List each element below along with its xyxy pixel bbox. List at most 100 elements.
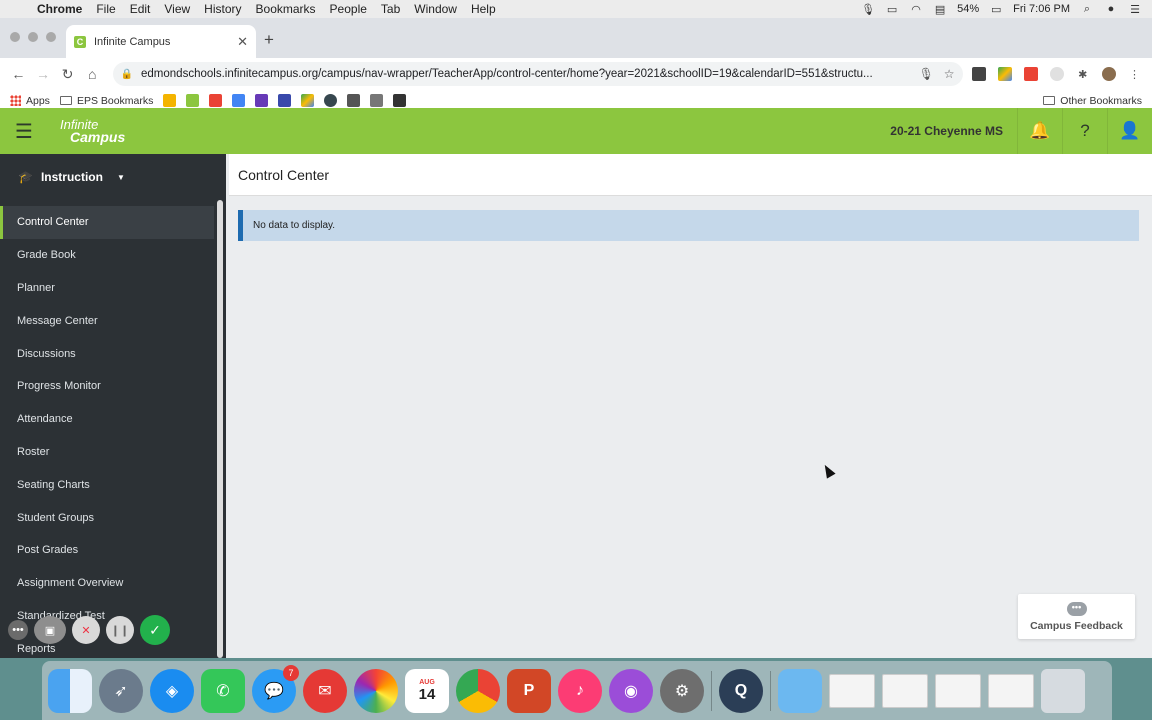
window-thumbnail-2[interactable] — [882, 673, 928, 708]
sidebar-item-student-groups[interactable]: Student Groups — [0, 501, 214, 534]
minimize-window-button[interactable] — [28, 32, 38, 42]
chrome-icon[interactable] — [456, 668, 500, 713]
forward-icon[interactable]: → — [33, 66, 54, 82]
menu-file[interactable]: File — [89, 2, 122, 16]
podcasts-icon[interactable]: ◉ — [609, 668, 653, 713]
window-thumbnail-1[interactable] — [829, 673, 875, 708]
airplay-icon[interactable]: ▭ — [885, 3, 899, 16]
facetime-icon[interactable]: ✆ — [201, 668, 245, 713]
window-thumbnail-3[interactable] — [935, 673, 981, 708]
finder-icon[interactable] — [48, 668, 92, 713]
bookmark-gmail-icon[interactable] — [209, 94, 223, 107]
close-tab-icon[interactable]: ✕ — [237, 34, 248, 50]
campus-feedback-button[interactable]: ••• Campus Feedback — [1018, 594, 1135, 639]
sidebar-item-grade-book[interactable]: Grade Book — [0, 239, 214, 272]
bookmark-slides-icon[interactable] — [163, 94, 177, 107]
notification-center-icon[interactable]: ☰ — [1128, 3, 1142, 16]
sidebar-item-discussions[interactable]: Discussions — [0, 337, 214, 370]
microphone-icon[interactable]: 🎙 — [861, 3, 875, 16]
zoom-window-button[interactable] — [46, 32, 56, 42]
profile-avatar-icon[interactable] — [1099, 65, 1118, 83]
messages-icon[interactable]: 💬 7 — [252, 664, 299, 713]
wifi-icon[interactable]: ◠ — [909, 3, 923, 16]
new-tab-icon[interactable]: + — [264, 30, 274, 50]
school-selector[interactable]: 20-21 Cheyenne MS — [890, 124, 1017, 138]
menu-view[interactable]: View — [157, 2, 197, 16]
menu-window[interactable]: Window — [407, 2, 464, 16]
bookmark-tools-icon[interactable] — [347, 94, 361, 107]
photos-icon[interactable] — [354, 668, 398, 713]
browser-tab[interactable]: C Infinite Campus ✕ — [66, 25, 256, 58]
finish-recording-icon[interactable]: ✓ — [140, 615, 170, 645]
siri-icon[interactable]: ● — [1104, 3, 1118, 15]
bookmark-drive-icon[interactable] — [301, 94, 315, 107]
mail-icon[interactable]: ✉ — [303, 668, 347, 713]
bookmark-star-icon[interactable]: ☆ — [944, 67, 955, 81]
address-bar[interactable]: 🔒 edmondschools.infinitecampus.org/campu… — [112, 62, 963, 86]
downloads-folder-icon[interactable] — [778, 668, 822, 713]
menu-bookmarks[interactable]: Bookmarks — [249, 2, 323, 16]
hamburger-menu-icon[interactable]: ☰ — [0, 119, 48, 144]
flag-icon[interactable]: ▤ — [933, 3, 947, 16]
sidebar-item-control-center[interactable]: Control Center — [0, 206, 214, 239]
camera-toggle-icon[interactable]: ▣ — [34, 616, 66, 644]
notifications-bell-icon[interactable]: 🔔 — [1017, 108, 1062, 154]
bookmark-campus-icon[interactable] — [186, 94, 200, 107]
reload-icon[interactable]: ↻ — [57, 66, 78, 83]
system-preferences-icon[interactable]: ⚙ — [660, 668, 704, 713]
help-icon[interactable]: ? — [1062, 108, 1107, 154]
extension-gmail-icon[interactable] — [1021, 65, 1040, 83]
home-icon[interactable]: ⌂ — [82, 66, 103, 82]
sidebar-item-progress-monitor[interactable]: Progress Monitor — [0, 370, 214, 403]
bookmark-clock-icon[interactable] — [324, 94, 338, 107]
lock-icon[interactable]: 🔒 — [121, 69, 133, 80]
extension-drive-icon[interactable] — [995, 65, 1014, 83]
discard-recording-icon[interactable]: ✕ — [72, 616, 100, 644]
menu-people[interactable]: People — [323, 2, 374, 16]
menu-app-name[interactable]: Chrome — [30, 2, 89, 16]
calendar-icon[interactable]: AUG 14 — [405, 668, 449, 713]
back-icon[interactable]: ← — [8, 66, 29, 82]
sidebar-scrollbar[interactable] — [217, 200, 223, 658]
sidebar-item-message-center[interactable]: Message Center — [0, 304, 214, 337]
launchpad-icon[interactable]: ➶ — [99, 668, 143, 713]
instruction-section-toggle[interactable]: 🎓 Instruction ▼ — [0, 154, 226, 200]
sidebar-item-post-grades[interactable]: Post Grades — [0, 534, 214, 567]
extension-circle-icon[interactable] — [1047, 65, 1066, 83]
bookmark-other[interactable]: Other Bookmarks — [1043, 95, 1142, 107]
extensions-puzzle-icon[interactable]: ✱ — [1073, 65, 1092, 83]
close-window-button[interactable] — [10, 32, 20, 42]
bookmark-monitor-icon[interactable] — [393, 94, 407, 107]
quicktime-icon[interactable]: Q — [719, 668, 763, 713]
bookmark-forms-icon[interactable] — [255, 94, 269, 107]
menu-history[interactable]: History — [197, 2, 248, 16]
clock[interactable]: Fri 7:06 PM — [1013, 3, 1070, 15]
sidebar-item-planner[interactable]: Planner — [0, 272, 214, 305]
more-options-icon[interactable]: ••• — [8, 620, 28, 640]
menu-tab[interactable]: Tab — [374, 2, 407, 16]
bookmark-docs-icon[interactable] — [232, 94, 246, 107]
menu-help[interactable]: Help — [464, 2, 503, 16]
pause-recording-icon[interactable]: ❙❙ — [106, 616, 134, 644]
sidebar-item-assignment-overview[interactable]: Assignment Overview — [0, 567, 214, 600]
bookmark-satellite-icon[interactable] — [370, 94, 384, 107]
bookmark-eps[interactable]: EPS Bookmarks — [59, 95, 153, 107]
trash-icon[interactable] — [1041, 668, 1085, 713]
bookmark-apps[interactable]: Apps — [10, 95, 50, 107]
battery-icon[interactable]: ▭ — [989, 3, 1003, 16]
infinite-campus-logo[interactable]: Infinite Campus — [60, 118, 140, 144]
powerpoint-icon[interactable]: P — [507, 668, 551, 713]
sidebar-item-seating-charts[interactable]: Seating Charts — [0, 468, 214, 501]
safari-icon[interactable]: ◈ — [150, 668, 194, 713]
browser-menu-icon[interactable]: ⋮ — [1125, 65, 1144, 83]
voice-search-icon[interactable]: 🎙 — [919, 67, 934, 81]
sidebar-item-attendance[interactable]: Attendance — [0, 403, 214, 436]
bookmark-blackboard-icon[interactable] — [278, 94, 292, 107]
window-thumbnail-4[interactable] — [988, 673, 1034, 708]
menu-edit[interactable]: Edit — [123, 2, 158, 16]
extension-shield-icon[interactable] — [970, 65, 989, 83]
spotlight-search-icon[interactable]: ⌕ — [1080, 3, 1094, 16]
user-account-icon[interactable]: 👤 — [1107, 108, 1152, 154]
sidebar-item-roster[interactable]: Roster — [0, 436, 214, 469]
battery-percent[interactable]: 54% — [957, 3, 979, 15]
